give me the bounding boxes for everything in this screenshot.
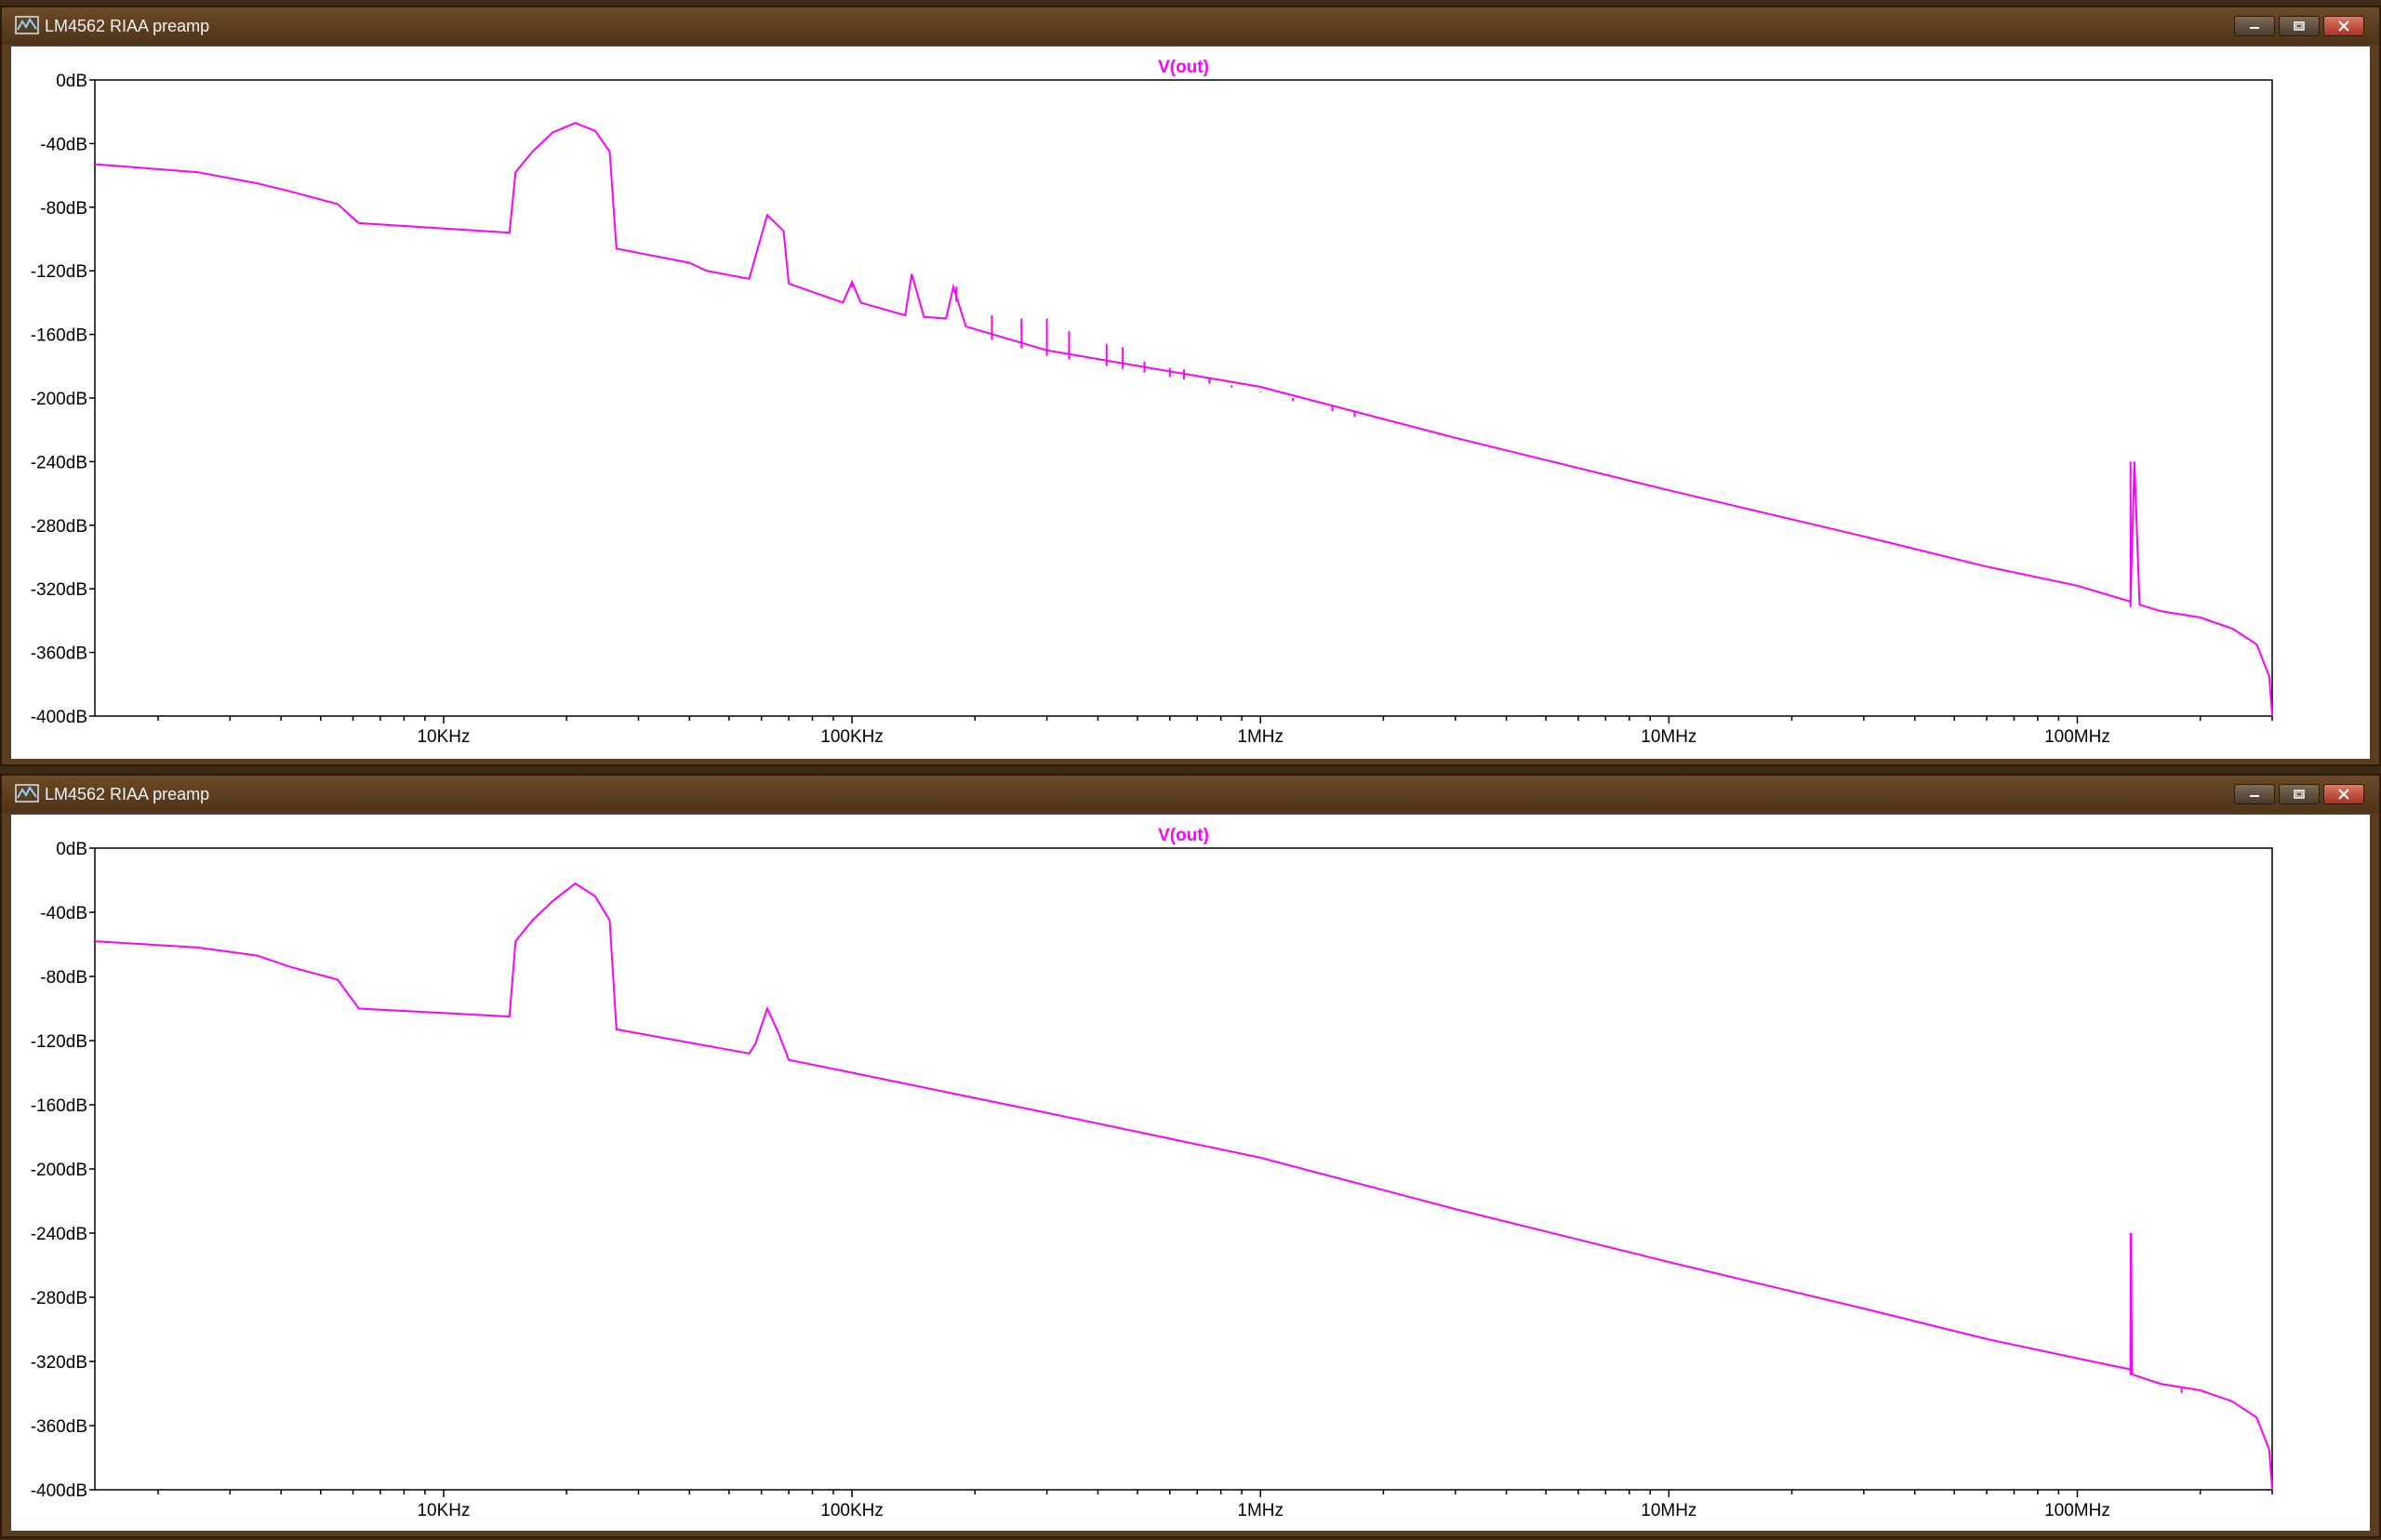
bode-plot[interactable]: 0dB -40dB -80dB -120dB -160dB -200dB -240dB -28… (11, 815, 2370, 1533)
y-tick-label: -200dB (31, 390, 87, 409)
minimize-icon (2250, 27, 2259, 29)
y-tick-label: -80dB (40, 199, 87, 219)
waveform-app-icon (15, 16, 39, 34)
y-tick-label: 0dB (56, 72, 87, 91)
waveform-app-icon (15, 784, 39, 803)
minimize-button[interactable] (2234, 784, 2275, 804)
bode-plot[interactable]: 0dB -40dB -80dB -120dB -160dB -200dB -240dB -28… (11, 46, 2370, 759)
y-tick-label: -40dB (40, 904, 87, 923)
y-tick-label: 0dB (56, 840, 87, 859)
plot-window-bottom: LM4562 RIAA preamp 0dB -40dB -80dB -120dB -1… (0, 774, 2381, 1538)
y-tick-label: -120dB (31, 1032, 87, 1052)
x-tick-label: 10MHz (1641, 1501, 1696, 1520)
minimize-button[interactable] (2234, 16, 2275, 36)
y-tick-label: -400dB (31, 1481, 87, 1501)
plot-pane[interactable]: 0dB -40dB -80dB -120dB -160dB -200dB -240dB -28… (11, 815, 2370, 1531)
trace-line (94, 882, 2273, 1491)
x-tick-label: 10MHz (1641, 727, 1696, 747)
plot-window-top: LM4562 RIAA preamp 0dB -40dB -80dB -120dB -1… (0, 6, 2381, 766)
y-tick-label: -400dB (31, 708, 87, 727)
y-tick-label: -320dB (31, 1353, 87, 1373)
close-button[interactable] (2323, 784, 2364, 804)
x-tick-label: 10KHz (417, 1501, 470, 1520)
x-tick-label: 100KHz (820, 727, 884, 747)
y-tick-label: -40dB (40, 135, 87, 154)
x-tick-label: 100KHz (820, 1501, 884, 1520)
y-tick-label: -80dB (40, 968, 87, 988)
y-tick-label: -360dB (31, 644, 87, 664)
y-tick-label: -280dB (31, 1289, 87, 1308)
y-tick-label: -120dB (31, 262, 87, 282)
minimize-icon (2250, 795, 2259, 797)
x-tick-label: 10KHz (417, 727, 470, 747)
trace-label: V(out) (1158, 826, 1209, 845)
y-tick-label: -160dB (31, 326, 87, 346)
window-title: LM4562 RIAA preamp (45, 17, 210, 35)
x-tick-label: 1MHz (1237, 727, 1284, 747)
y-tick-label: -320dB (31, 580, 87, 600)
maximize-button[interactable] (2279, 784, 2320, 804)
close-icon (2338, 20, 2349, 32)
trace-label: V(out) (1158, 58, 1209, 77)
y-tick-label: -280dB (31, 517, 87, 537)
y-tick-label: -160dB (31, 1096, 87, 1116)
maximize-button[interactable] (2279, 16, 2320, 36)
x-tick-label: 100MHz (2044, 727, 2110, 747)
x-tick-label: 1MHz (1237, 1501, 1284, 1520)
plot-pane[interactable]: 0dB -40dB -80dB -120dB -160dB -200dB -240dB -28… (11, 46, 2370, 759)
maximize-icon (2294, 21, 2305, 31)
plot-frame (94, 847, 2273, 1491)
maximize-icon (2294, 790, 2305, 799)
window-title: LM4562 RIAA preamp (45, 785, 210, 803)
close-button[interactable] (2323, 16, 2364, 36)
close-icon (2338, 789, 2349, 800)
y-tick-label: -240dB (31, 1225, 87, 1244)
title-bar[interactable]: LM4562 RIAA preamp (2, 776, 2379, 813)
title-bar[interactable]: LM4562 RIAA preamp (2, 7, 2379, 45)
x-tick-label: 100MHz (2044, 1501, 2110, 1520)
y-tick-label: -360dB (31, 1417, 87, 1437)
plot-frame (94, 79, 2273, 717)
y-tick-label: -240dB (31, 453, 87, 472)
trace-line (94, 122, 2273, 717)
y-tick-label: -200dB (31, 1161, 87, 1180)
